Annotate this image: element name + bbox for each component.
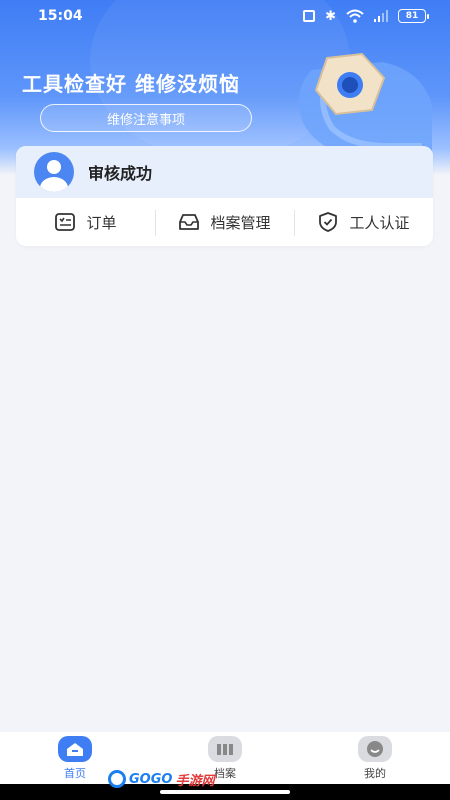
battery-icon: 81 [398, 9, 429, 23]
user-info-row[interactable]: 审核成功 [16, 146, 433, 198]
status-icons: ✱ 81 [303, 8, 429, 24]
menu-item-label: 工人认证 [349, 213, 410, 232]
watermark-logo: GOGO 手游网 [108, 768, 214, 790]
watermark-circle-icon [108, 770, 126, 788]
shield-check-icon [319, 212, 338, 232]
order-list-icon [55, 213, 76, 231]
hero-slogan: 工具检查好 维修没烦恼 [22, 72, 240, 96]
menu-item-orders[interactable]: 订单 [16, 198, 155, 246]
user-card: 审核成功 订单 档案管理 工人认证 [16, 146, 433, 246]
review-status: 审核成功 [88, 164, 153, 183]
status-bar: 15:04 ✱ 81 [0, 0, 450, 32]
vibrate-icon [303, 10, 316, 22]
menu-row: 订单 档案管理 工人认证 [16, 198, 433, 246]
maintenance-notice-button[interactable]: 维修注意事项 [40, 104, 252, 132]
battery-level: 81 [405, 11, 419, 21]
nav-label: 我的 [364, 766, 386, 780]
home-icon [58, 735, 92, 762]
archive-box-icon [179, 214, 200, 230]
files-icon [208, 735, 242, 762]
gesture-handle[interactable] [160, 790, 290, 794]
avatar [34, 152, 74, 192]
nav-item-mine[interactable]: 我的 [300, 732, 450, 784]
nav-label: 档案 [214, 766, 236, 780]
watermark-brand: GOGO [129, 771, 173, 787]
bottom-nav: 首页 档案 我的 [0, 732, 450, 784]
wrench-nut-illustration [298, 52, 432, 158]
menu-item-label: 订单 [86, 213, 117, 232]
wifi-icon [346, 9, 364, 23]
signal-icon [374, 10, 388, 22]
menu-item-label: 档案管理 [210, 213, 271, 232]
nav-label: 首页 [64, 766, 86, 780]
menu-item-worker-certification[interactable]: 工人认证 [294, 198, 433, 246]
watermark-suffix: 手游网 [175, 773, 215, 789]
profile-face-icon [358, 735, 392, 762]
status-time: 15:04 [38, 8, 83, 24]
bluetooth-icon: ✱ [325, 8, 336, 24]
menu-item-archives[interactable]: 档案管理 [155, 198, 294, 246]
